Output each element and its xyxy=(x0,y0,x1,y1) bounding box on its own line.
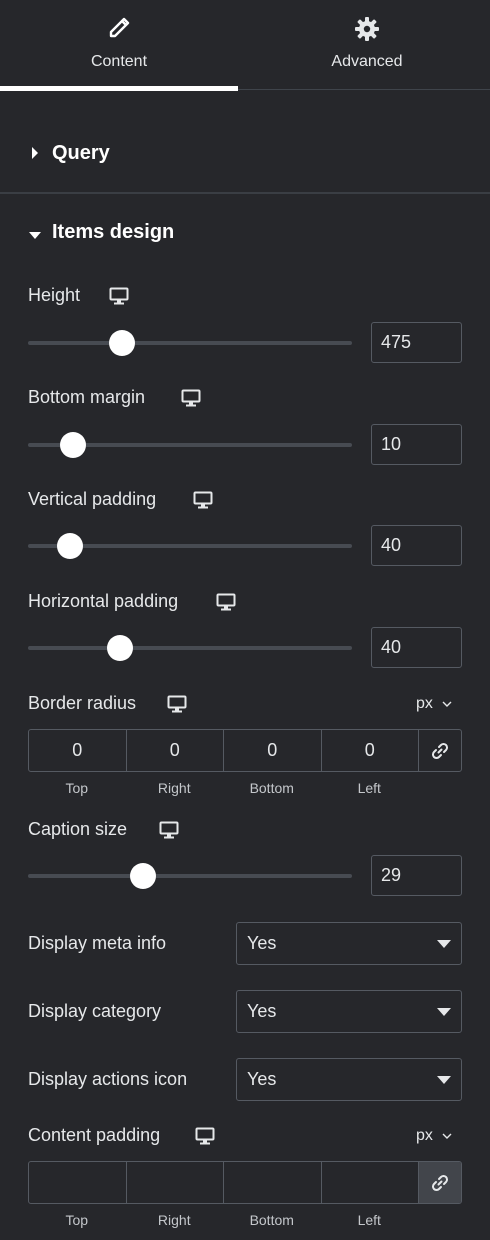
link-icon xyxy=(430,1173,450,1193)
panel-tabs: Content Advanced xyxy=(0,0,490,91)
section-divider xyxy=(0,192,490,194)
responsive-monitor-icon[interactable] xyxy=(216,593,236,611)
horizontal-padding-slider-thumb[interactable] xyxy=(107,635,134,661)
caret-down-icon xyxy=(28,227,42,245)
display-category-select[interactable]: Yes xyxy=(236,990,462,1033)
border-radius-unit-select[interactable]: px xyxy=(416,695,452,713)
content-padding-top-input[interactable] xyxy=(29,1162,127,1203)
horizontal-padding-slider[interactable] xyxy=(28,635,352,661)
bottom-margin-label: Bottom margin xyxy=(28,387,146,407)
tab-content[interactable]: Content xyxy=(0,0,238,91)
caption-size-label: Caption size xyxy=(28,819,128,839)
border-radius-top-input[interactable]: 0 xyxy=(29,730,127,771)
display-meta-info-value: Yes xyxy=(247,933,277,953)
dropdown-arrow-icon xyxy=(437,1076,451,1084)
responsive-monitor-icon[interactable] xyxy=(193,491,213,509)
bottom-margin-input[interactable] xyxy=(371,424,462,465)
responsive-monitor-icon[interactable] xyxy=(159,821,179,839)
vertical-padding-input[interactable] xyxy=(371,525,462,566)
caption-size-slider-thumb[interactable] xyxy=(130,863,157,889)
dropdown-arrow-icon xyxy=(437,1008,451,1016)
border-radius-side-labels: Top Right Bottom Left xyxy=(28,780,418,796)
section-items-design-header[interactable]: Items design xyxy=(0,213,490,253)
border-radius-dimensions: 0 0 0 0 xyxy=(28,729,462,772)
display-meta-info-select[interactable]: Yes xyxy=(236,922,462,965)
border-radius-unit: px xyxy=(416,695,433,712)
height-label: Height xyxy=(28,285,81,305)
horizontal-padding-input[interactable] xyxy=(371,627,462,668)
content-padding-unit: px xyxy=(416,1127,433,1144)
chevron-down-icon xyxy=(442,701,452,707)
display-category-label: Display category xyxy=(28,1001,162,1021)
content-padding-side-labels: Top Right Bottom Left xyxy=(28,1212,418,1228)
tab-advanced[interactable]: Advanced xyxy=(244,0,490,90)
display-actions-icon-label: Display actions icon xyxy=(28,1069,188,1089)
section-query-title: Query xyxy=(52,142,110,164)
caption-size-input[interactable] xyxy=(371,855,462,896)
responsive-monitor-icon[interactable] xyxy=(181,389,201,407)
section-query-header[interactable]: Query xyxy=(0,134,490,174)
tab-content-label: Content xyxy=(90,53,148,70)
side-label-left: Left xyxy=(357,1212,381,1228)
bottom-margin-slider-thumb[interactable] xyxy=(60,432,87,458)
vertical-padding-label: Vertical padding xyxy=(28,489,157,509)
dropdown-arrow-icon xyxy=(437,940,451,948)
content-padding-unit-select[interactable]: px xyxy=(416,1127,452,1145)
pencil-icon xyxy=(0,16,238,42)
side-label-right: Right xyxy=(157,780,191,796)
link-values-button[interactable] xyxy=(419,730,461,771)
content-padding-right-input[interactable] xyxy=(127,1162,224,1203)
active-tab-indicator xyxy=(0,86,238,91)
link-icon xyxy=(430,741,450,761)
responsive-monitor-icon[interactable] xyxy=(195,1127,215,1145)
display-category-value: Yes xyxy=(247,1001,277,1021)
side-label-top: Top xyxy=(65,1212,89,1228)
vertical-padding-slider[interactable] xyxy=(28,533,352,559)
caption-size-slider[interactable] xyxy=(28,863,352,889)
chevron-down-icon xyxy=(442,1133,452,1139)
side-label-top: Top xyxy=(65,780,89,796)
height-slider-thumb[interactable] xyxy=(108,330,135,356)
display-meta-info-label: Display meta info xyxy=(28,933,167,953)
caret-right-icon xyxy=(30,146,40,165)
content-padding-bottom-input[interactable] xyxy=(224,1162,322,1203)
link-values-button[interactable] xyxy=(419,1162,461,1203)
responsive-monitor-icon[interactable] xyxy=(167,695,187,713)
border-radius-left-input[interactable]: 0 xyxy=(322,730,419,771)
content-padding-dimensions xyxy=(28,1161,462,1204)
height-input[interactable] xyxy=(371,322,462,363)
responsive-monitor-icon[interactable] xyxy=(109,287,129,305)
gear-icon xyxy=(244,16,490,42)
tab-advanced-label: Advanced xyxy=(331,53,403,70)
side-label-right: Right xyxy=(157,1212,191,1228)
display-actions-icon-select[interactable]: Yes xyxy=(236,1058,462,1101)
side-label-left: Left xyxy=(357,780,381,796)
content-padding-label: Content padding xyxy=(28,1125,161,1145)
border-radius-right-input[interactable]: 0 xyxy=(127,730,224,771)
vertical-padding-slider-thumb[interactable] xyxy=(57,533,84,559)
content-padding-left-input[interactable] xyxy=(322,1162,419,1203)
horizontal-padding-label: Horizontal padding xyxy=(28,591,179,611)
side-label-bottom: Bottom xyxy=(249,780,294,796)
border-radius-bottom-input[interactable]: 0 xyxy=(224,730,322,771)
section-items-design-title: Items design xyxy=(52,221,175,243)
border-radius-label: Border radius xyxy=(28,693,137,713)
side-label-bottom: Bottom xyxy=(249,1212,294,1228)
bottom-margin-slider[interactable] xyxy=(28,432,352,458)
height-slider[interactable] xyxy=(28,330,352,356)
display-actions-icon-value: Yes xyxy=(247,1069,277,1089)
